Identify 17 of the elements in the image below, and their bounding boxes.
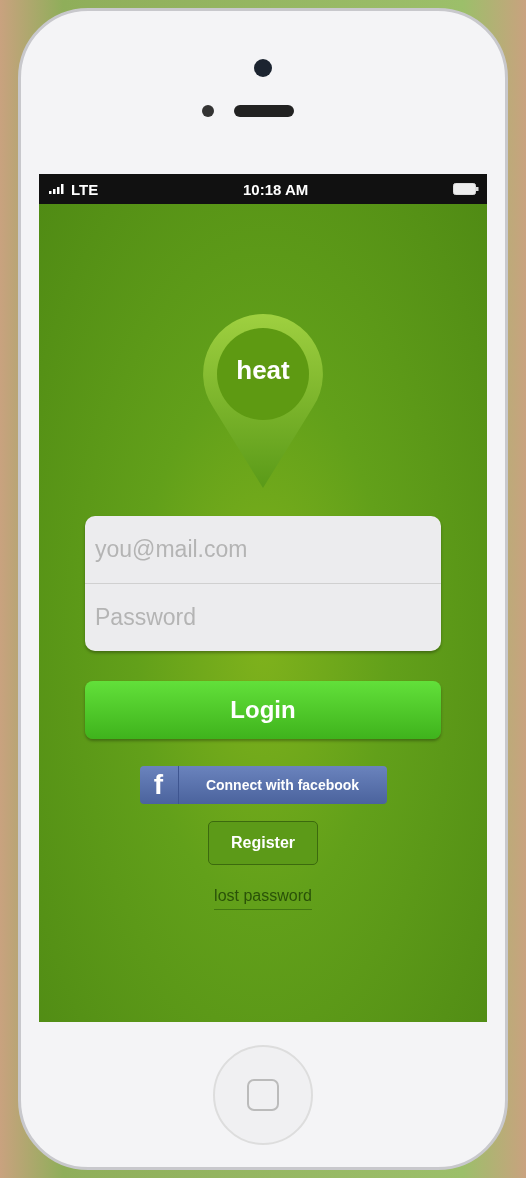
email-field[interactable]: you@mail.com [85,516,441,584]
signal-icon [49,184,67,194]
lost-password-link[interactable]: lost password [214,887,312,910]
register-button[interactable]: Register [208,821,318,865]
logo-text: heat [235,355,291,386]
square-icon [247,1078,279,1111]
speaker-icon [234,105,294,117]
camera-icon [254,59,272,77]
battery-icon [453,183,479,195]
clock-time: 10:18 AM [242,180,309,198]
login-button[interactable]: Login [85,681,441,739]
facebook-button-label: Connect with facebook [204,777,361,793]
password-field[interactable]: Password [85,584,441,651]
facebook-button[interactable]: f Connect with facebook [139,766,387,804]
carrier-label: LTE [71,180,99,198]
sensor-icon [202,105,214,117]
map-pin-icon [201,312,325,490]
